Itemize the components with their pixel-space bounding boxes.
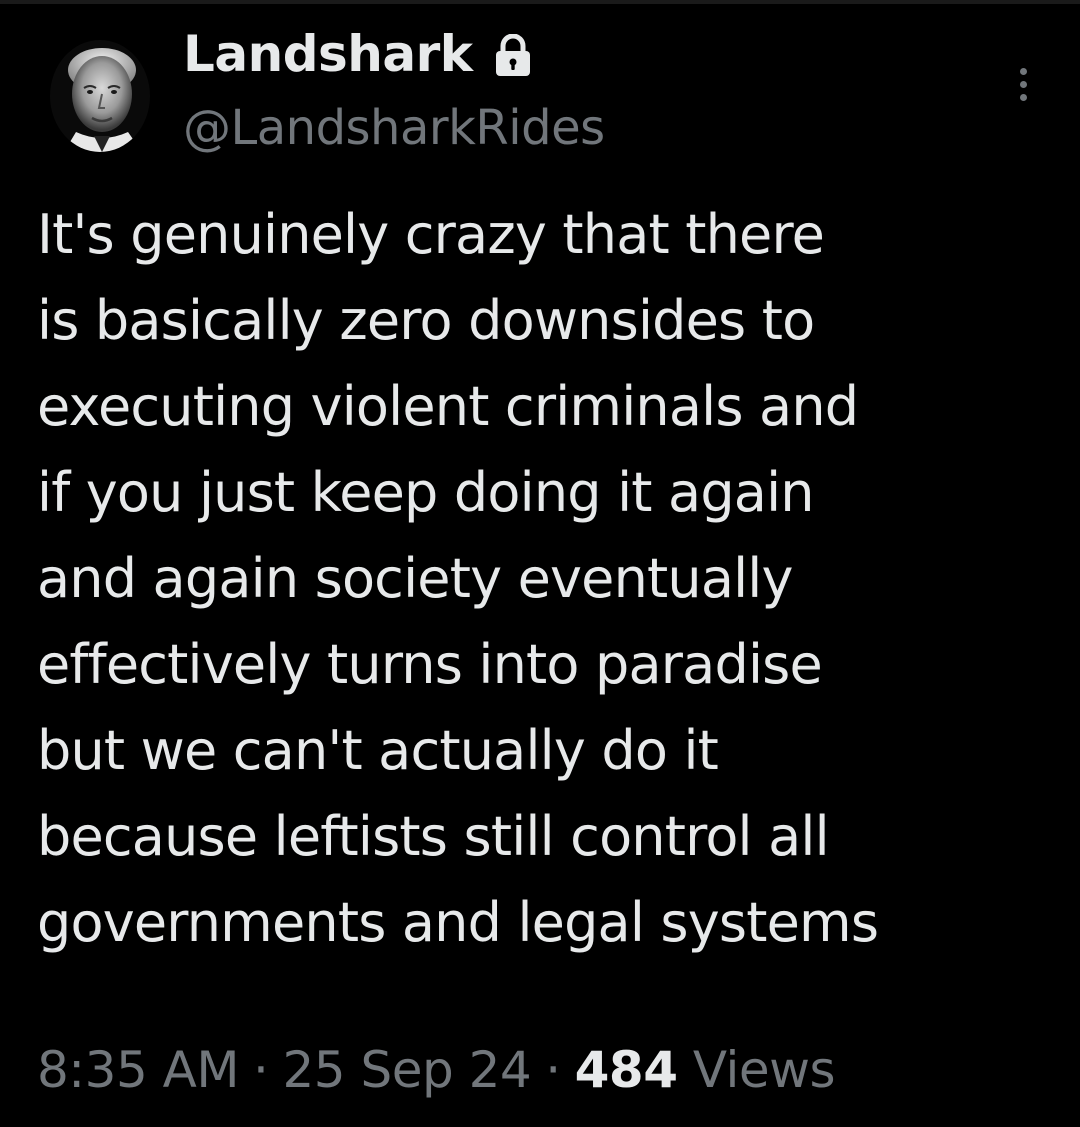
lock-icon — [493, 33, 533, 78]
tweet-time[interactable]: 8:35 AM — [37, 1041, 240, 1099]
tweet-text-line: if you just keep doing it again — [37, 461, 815, 524]
tweet-card: Landshark @LandsharkRides It's genuinely… — [0, 0, 1080, 1127]
more-vertical-icon — [1020, 68, 1027, 75]
tweet-text-line: but we can't actually do it — [37, 719, 719, 782]
tweet-metadata: 8:35 AM · 25 Sep 24 · 484 Views — [37, 1035, 836, 1105]
tweet-text-line: governments and legal systems — [37, 891, 879, 954]
tweet-text-line: effectively turns into paradise — [37, 633, 823, 696]
tweet-text: It's genuinely crazy that there is basic… — [37, 192, 1057, 966]
views-count[interactable]: 484 — [575, 1041, 678, 1099]
more-vertical-icon-dot — [1020, 94, 1027, 101]
display-name[interactable]: Landshark — [183, 24, 473, 84]
tweet-text-line: because leftists still control all — [37, 805, 830, 868]
author-name-row: Landshark — [183, 24, 533, 84]
tweet-text-line: It's genuinely crazy that there — [37, 203, 825, 266]
tweet-text-line: executing violent criminals and — [37, 375, 859, 438]
meta-separator: · — [253, 1041, 269, 1099]
avatar-photo — [50, 40, 150, 152]
tweet-text-line: and again society eventually — [37, 547, 793, 610]
author-handle[interactable]: @LandsharkRides — [183, 98, 605, 158]
meta-separator: · — [545, 1041, 561, 1099]
tweet-date[interactable]: 25 Sep 24 — [282, 1041, 531, 1099]
avatar[interactable] — [50, 40, 150, 152]
views-label[interactable]: Views — [693, 1041, 836, 1099]
more-vertical-icon-dot — [1020, 81, 1027, 88]
more-options-button[interactable] — [1004, 60, 1044, 110]
tweet-text-line: is basically zero downsides to — [37, 289, 815, 352]
